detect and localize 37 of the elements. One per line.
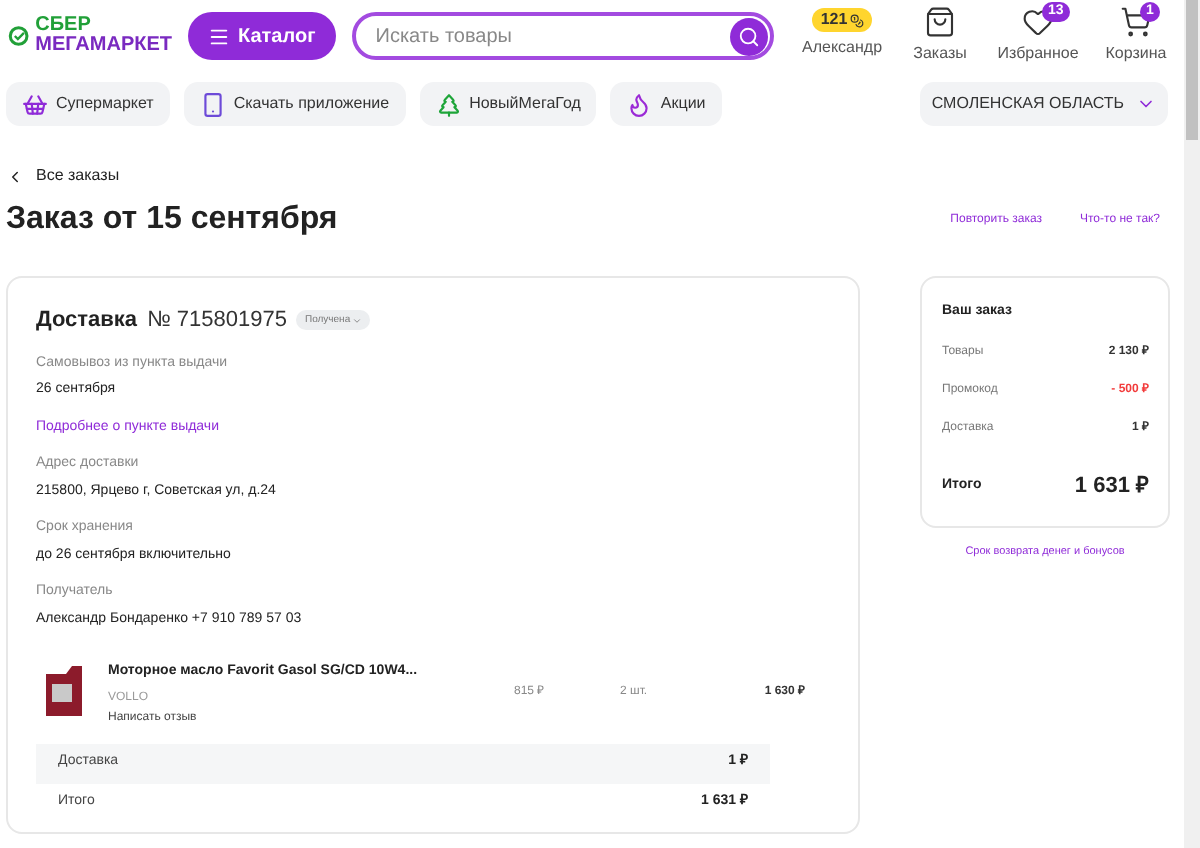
- catalog-button[interactable]: Каталог: [188, 12, 336, 60]
- bag-icon: [924, 6, 956, 38]
- nav-item[interactable]: 121 Александр: [802, 6, 882, 66]
- delivery-heading: Доставка: [36, 306, 138, 336]
- nav-label: Избранное: [997, 42, 1079, 66]
- scrollbar[interactable]: [1184, 0, 1200, 848]
- tree-icon: [435, 91, 462, 117]
- nav-label: Корзина: [1105, 42, 1167, 66]
- order-number: № 715801975: [147, 306, 287, 336]
- back-icon: [6, 167, 24, 185]
- coin-icon: [849, 13, 864, 27]
- logo-text: СБЕР: [35, 16, 93, 36]
- nav-label: Заказы: [913, 42, 967, 66]
- nav-label: Александр: [801, 36, 883, 60]
- basket-icon: [22, 91, 48, 117]
- category-chip[interactable]: Скачать приложение: [183, 82, 406, 126]
- search-input[interactable]: Искать товары: [375, 21, 730, 51]
- logo-text: МЕГАМАРКЕТ: [35, 36, 172, 56]
- summary-total-value: 1 631 ₽: [1074, 471, 1148, 501]
- category-chip[interactable]: НовыйМегаГод: [419, 82, 597, 126]
- chevron-down-icon: [352, 315, 363, 326]
- back-link[interactable]: Все заказы: [6, 164, 120, 188]
- region-selector[interactable]: СМОЛЕНСКАЯ ОБЛАСТЬ: [919, 82, 1168, 126]
- bonus-badge: 121: [812, 8, 872, 32]
- flame-icon: [626, 91, 653, 117]
- category-chip[interactable]: Супермаркет: [6, 82, 170, 126]
- nav-item[interactable]: Заказы: [900, 6, 980, 66]
- category-chip[interactable]: Акции: [610, 82, 722, 126]
- search-button[interactable]: [730, 17, 768, 55]
- logo-icon: [8, 22, 30, 50]
- search-icon: [738, 25, 760, 47]
- oil-canister-drawing: [40, 662, 88, 718]
- search-field[interactable]: Искать товары: [351, 12, 774, 60]
- page-title: Заказ от 15 сентября: [6, 200, 338, 240]
- phone-icon: [199, 91, 226, 117]
- cart-icon: [1120, 6, 1152, 38]
- menu-icon: [208, 25, 230, 47]
